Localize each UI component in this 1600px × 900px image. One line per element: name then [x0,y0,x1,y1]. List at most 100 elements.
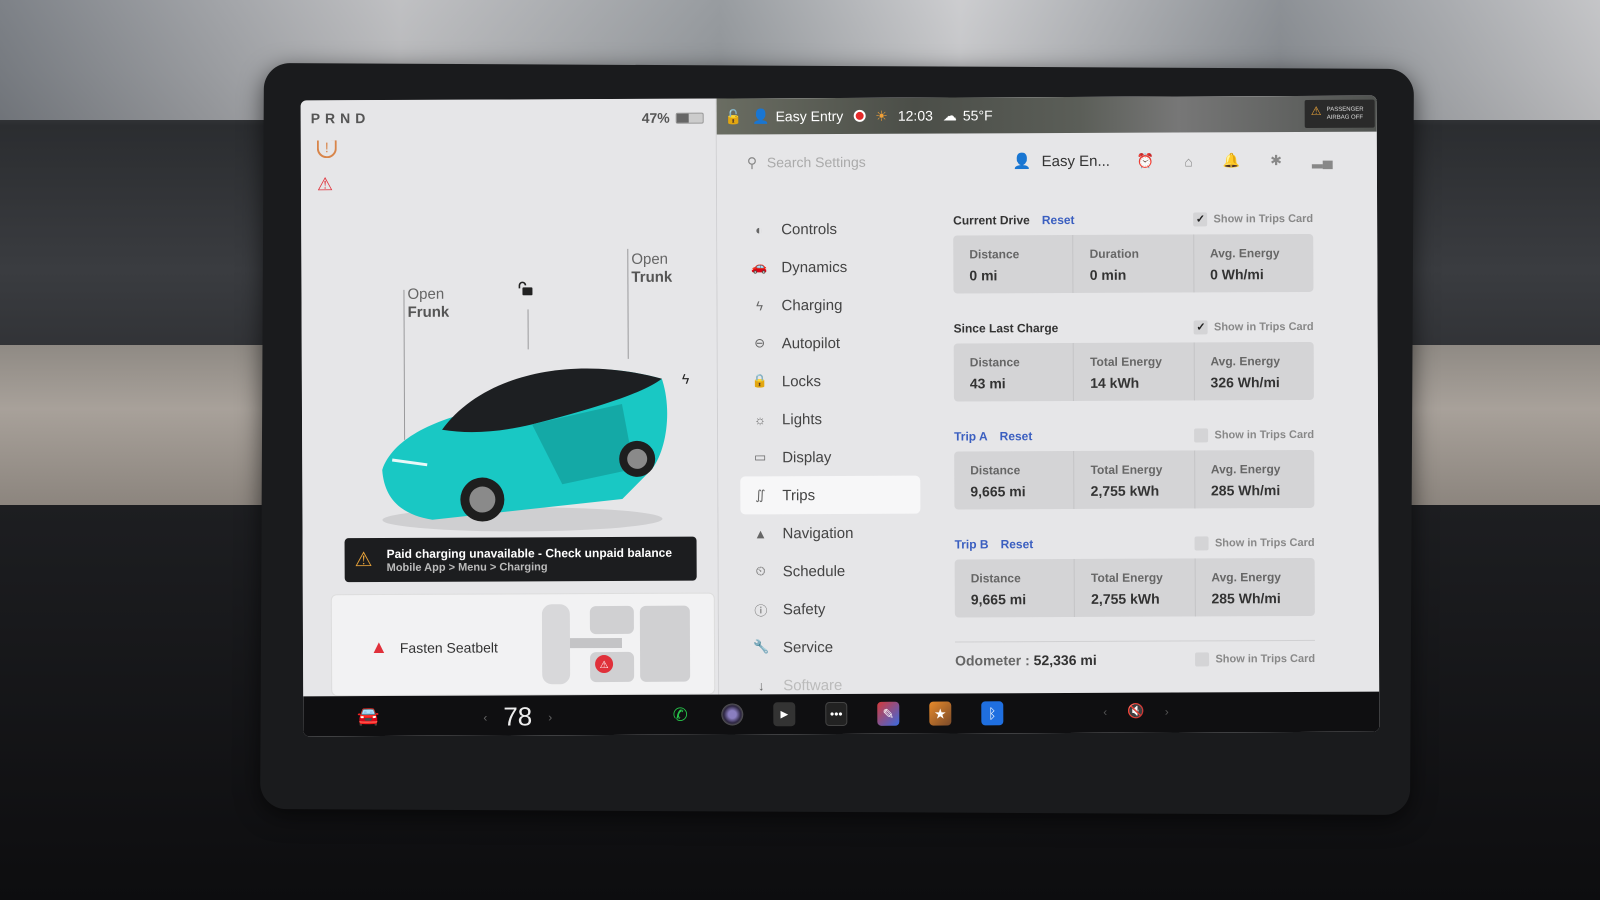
stat-card-current-drive: Distance 0 mi Duration 0 min Avg. Energy 0 Wh… [953,233,1314,294]
cloud-icon: ☁ [942,106,957,124]
stat-value: 0 min [1089,266,1127,283]
show-in-trips-checkbox[interactable]: Show in Trips Card [1194,536,1315,551]
charging-alert-banner[interactable]: ⚠ Paid charging unavailable - Check unpa… [344,536,697,583]
stat-value: 326 Wh/mi [1210,374,1280,391]
bluetooth-app-icon[interactable]: ᛒ [981,701,1004,726]
reset-trip-a-button[interactable]: Reset [1000,429,1033,443]
volume-muted-icon[interactable]: 🔇 [1127,703,1145,720]
status-profile[interactable]: 👤 Easy Entry [752,107,843,124]
nav-item-schedule[interactable]: ⏲ Schedule [741,552,921,591]
app-dock: ✆ ▶ ••• ✎ ★ ᛒ [669,701,1004,727]
nav-item-trips[interactable]: ∬ Trips [740,475,921,515]
nav-item-label: Controls [781,220,838,238]
search-settings-input[interactable] [766,153,987,171]
odometer-divider [954,639,1315,643]
reset-trip-b-button[interactable]: Reset [1001,537,1034,551]
status-bar: 🔓 👤 Easy Entry ☀ 12:03 ☁ 55°F PASSENGER … [716,95,1377,135]
cabin-temperature[interactable]: 78 [503,701,532,732]
download-icon: ↓ [757,677,765,693]
alarm-clock-icon[interactable]: ⏰ [1137,153,1155,170]
stat-value: 285 Wh/mi [1211,590,1281,607]
stat-distance: Distance 9,665 mi [954,450,1075,510]
nav-item-display[interactable]: ▭ Display [740,438,920,477]
volume-down-button[interactable]: ‹ [1103,704,1107,718]
nav-item-dynamics[interactable]: 🚗 Dynamics [739,248,919,287]
seatbelt-card[interactable]: ▲ Fasten Seatbelt ⚠ [330,592,716,697]
trips-icon: ∬ [755,487,766,503]
nav-item-lights[interactable]: ☼ Lights [740,400,920,439]
climate-temperature-control: ‹ 78 › [483,701,552,732]
stat-label: Total Energy [1090,462,1163,477]
nav-item-label: Autopilot [781,334,841,352]
battery-fill [676,113,689,123]
homelink-icon[interactable]: ⌂ [1184,153,1193,169]
show-in-trips-label: Show in Trips Card [1214,428,1315,442]
nav-item-autopilot[interactable]: ⊖ Autopilot [740,324,920,363]
car-controls-icon[interactable]: 🚘 [357,706,380,727]
nav-item-service[interactable]: 🔧 Service [741,628,921,667]
open-frunk-button[interactable]: Open Frunk [407,286,449,322]
arcade-app-icon[interactable]: ★ [929,701,952,726]
show-in-trips-checkbox[interactable]: ✓ Show in Trips Card [1193,320,1314,335]
toybox-app-icon[interactable]: ✎ [877,701,900,726]
theater-app-icon[interactable]: ▶ [773,702,796,727]
stat-avg-energy: Avg. Energy 326 Wh/mi [1194,342,1314,401]
nav-item-charging[interactable]: ϟ Charging [739,286,919,325]
stat-avg-energy: Avg. Energy 0 Wh/mi [1194,234,1314,293]
section-title: Trip B [954,537,989,552]
stat-label: Distance [969,247,1020,262]
nav-item-controls[interactable]: ◐ Controls [739,210,919,249]
checkbox-box [1195,652,1210,667]
show-in-trips-checkbox[interactable]: ✓ Show in Trips Card [1193,212,1313,227]
reset-current-drive-button[interactable]: Reset [1042,213,1075,227]
alert-triangle-icon: ▲ [369,636,388,658]
stat-value: 2,755 kWh [1091,590,1160,607]
bolt-icon: ϟ [756,297,763,313]
phone-app-icon[interactable]: ✆ [669,703,691,727]
lock-status-icon[interactable]: 🔓 [725,108,743,125]
stat-distance: Distance 43 mi [953,342,1075,402]
odometer-label: Odometer : [955,652,1030,669]
dashcam-record-icon[interactable] [853,109,866,122]
section-title: Trip A [954,429,988,444]
tire-pressure-warning-icon: ! [316,139,337,159]
unlock-icon[interactable] [517,281,533,296]
bluetooth-icon[interactable]: ✱ [1270,152,1282,169]
profile-icon: 👤 [752,107,770,124]
nav-item-locks[interactable]: 🔒 Locks [740,362,920,401]
temp-increase-button[interactable]: › [548,710,552,724]
show-in-trips-checkbox[interactable]: Show in Trips Card [1194,428,1314,443]
nav-item-label: Locks [781,372,822,390]
lock-icon: 🔒 [751,373,769,389]
stat-label: Distance [970,571,1021,586]
notification-bell-icon[interactable]: 🔔 [1223,152,1241,169]
battery-icon [675,112,704,124]
open-trunk-button[interactable]: Open Trunk [631,251,672,287]
bottom-taskbar: 🚘 ‹ 78 › ✆ ▶ ••• ✎ ★ ᛒ ‹ 🔇 › [303,691,1380,737]
odometer-show-in-trips-checkbox[interactable]: Show in Trips Card [1195,652,1315,667]
more-apps-icon[interactable]: ••• [825,701,848,727]
alert-subtitle: Mobile App > Menu > Charging [386,560,548,574]
nav-item-navigation[interactable]: ▲ Navigation [740,514,920,553]
warning-triangle-icon: ⚠ [354,549,373,572]
open-trunk-line2: Trunk [631,268,673,286]
nav-item-safety[interactable]: ⓘ Safety [741,590,921,629]
show-in-trips-label: Show in Trips Card [1213,212,1314,226]
camera-app-icon[interactable] [721,703,744,726]
stat-avg-energy: Avg. Energy 285 Wh/mi [1195,558,1315,617]
volume-up-button[interactable]: › [1165,704,1169,718]
open-frunk-line2: Frunk [407,303,450,321]
charge-port-icon[interactable]: ϟ [682,371,689,387]
stat-label: Avg. Energy [1211,570,1281,585]
outside-temperature: 55°F [962,107,993,124]
car-icon: 🚗 [751,259,768,275]
seatbelt-warning: ▲ Fasten Seatbelt [370,636,498,658]
driver-profile-button[interactable]: 👤 Easy En... [1013,152,1110,170]
stat-value: 9,665 mi [970,483,1026,500]
person-icon: 👤 [1012,153,1032,171]
seat-map-diagram: ⚠ [541,604,691,685]
battery-percent: 47% [641,109,670,126]
stat-card-since-last-charge: Distance 43 mi Total Energy 14 kWh Avg. Ener… [953,341,1314,402]
section-title: Since Last Charge [953,321,1059,336]
temp-decrease-button[interactable]: ‹ [483,710,487,724]
